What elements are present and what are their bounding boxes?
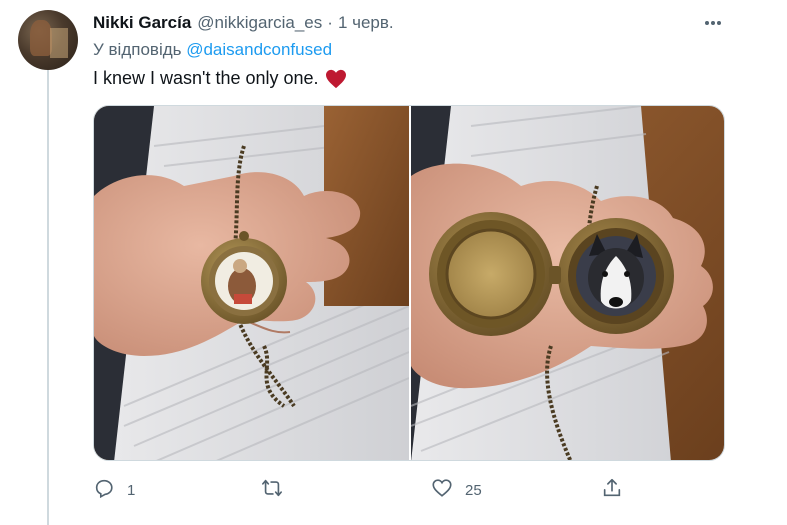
author-name[interactable]: Nikki García bbox=[93, 13, 191, 33]
share-icon bbox=[601, 477, 623, 503]
separator-dot: · bbox=[327, 13, 333, 32]
tweet-text-content: I knew I wasn't the only one. bbox=[93, 68, 319, 88]
thread-line bbox=[47, 70, 49, 525]
photo-locket-closed[interactable] bbox=[94, 106, 409, 460]
like-count: 25 bbox=[465, 481, 482, 499]
retweet-icon bbox=[261, 477, 283, 503]
reply-button[interactable]: 1 bbox=[93, 475, 135, 505]
like-button[interactable]: 25 bbox=[431, 475, 482, 505]
reply-prefix: У відповідь bbox=[93, 40, 187, 59]
reply-context: У відповідь @daisandconfused bbox=[93, 40, 332, 60]
author-handle[interactable]: @nikkigarcia_es bbox=[197, 13, 322, 33]
reply-count: 1 bbox=[127, 481, 136, 499]
tweet[interactable]: Nikki García @nikkigarcia_es · 1 черв. У… bbox=[0, 0, 787, 525]
share-button[interactable] bbox=[601, 475, 635, 505]
retweet-button[interactable] bbox=[261, 475, 295, 505]
reply-to-link[interactable]: @daisandconfused bbox=[186, 40, 332, 59]
more-options-icon[interactable] bbox=[697, 10, 729, 36]
photo-locket-open-husky[interactable] bbox=[411, 106, 724, 460]
tweet-text: I knew I wasn't the only one. bbox=[93, 68, 347, 89]
heart-emoji-icon bbox=[325, 69, 347, 89]
reply-icon bbox=[93, 477, 115, 503]
media-grid bbox=[93, 105, 725, 461]
timestamp[interactable]: 1 черв. bbox=[338, 13, 394, 33]
like-icon bbox=[431, 477, 453, 503]
avatar[interactable] bbox=[18, 10, 78, 70]
action-bar: 1 25 bbox=[93, 475, 653, 505]
tweet-header: Nikki García @nikkigarcia_es · 1 черв. bbox=[93, 12, 394, 34]
